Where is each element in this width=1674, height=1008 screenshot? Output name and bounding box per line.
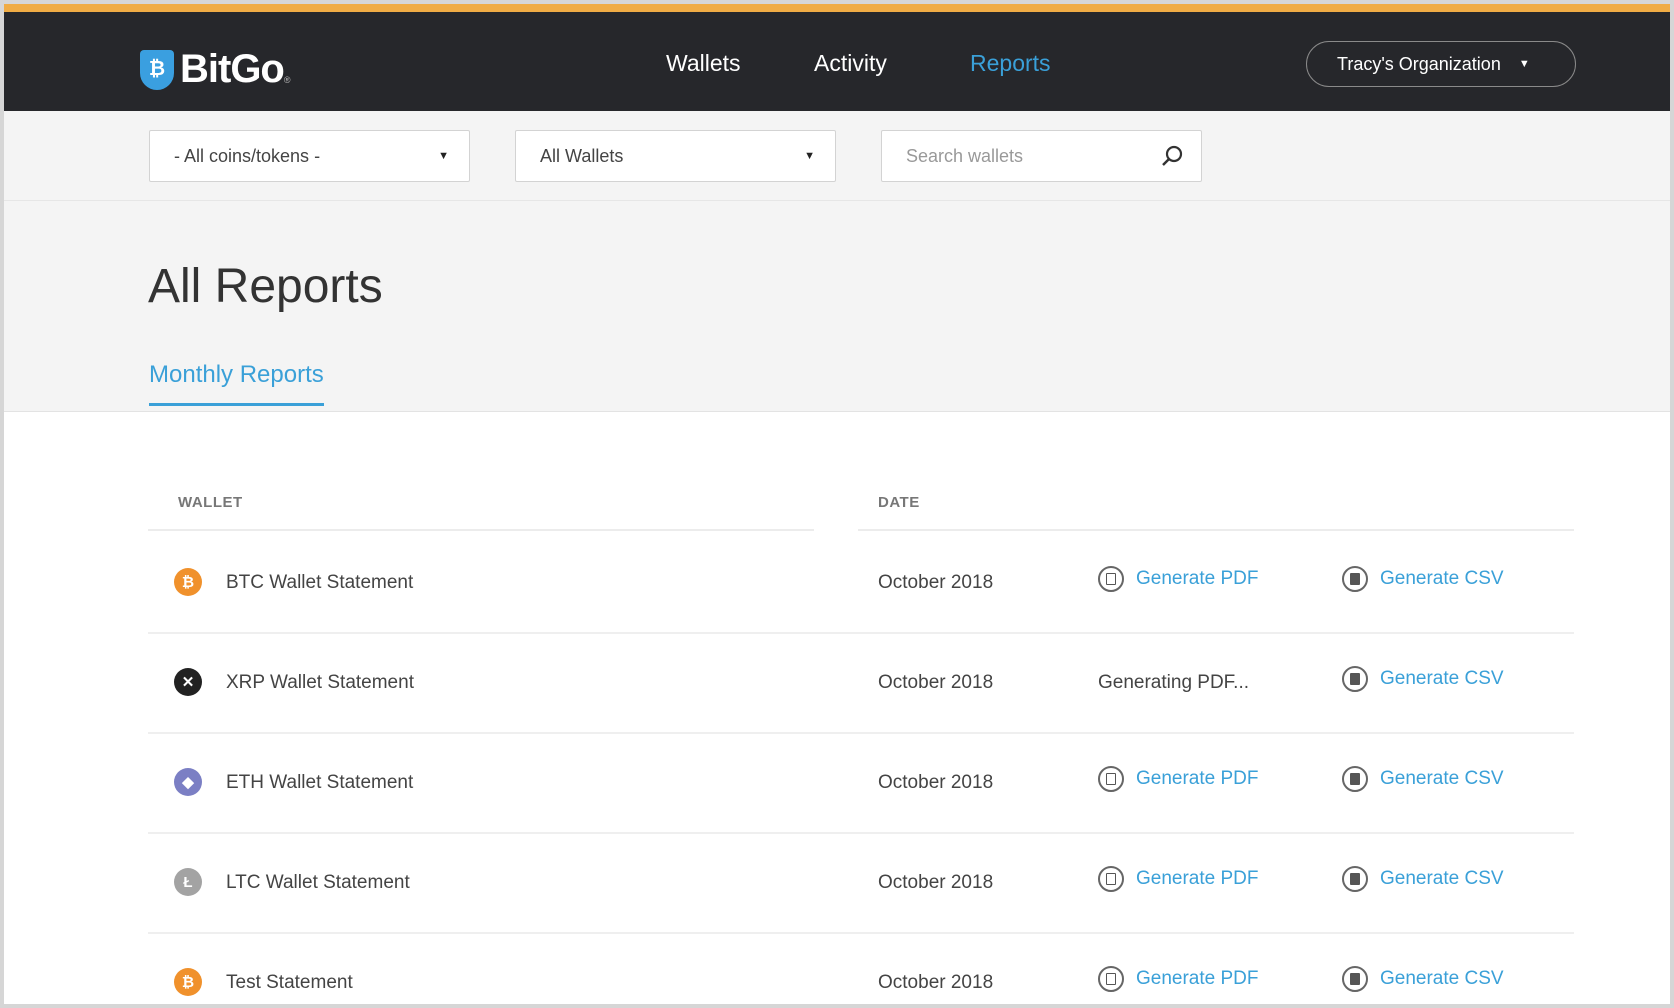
statement-date: October 2018 [878,772,994,793]
caret-down-icon: ▼ [1518,58,1530,70]
generate-csv-button[interactable]: Generate CSV [1342,766,1504,792]
wallet-filter-value: All Wallets [540,145,624,166]
row-divider [148,632,1574,634]
csv-file-icon [1342,866,1368,892]
table-row: ₿ Test Statement October 2018 Generate P… [4,932,1670,1004]
btc-coin-icon: ₿ [174,968,202,996]
generate-pdf-button[interactable]: Generate PDF [1098,566,1259,592]
top-accent-stripe [4,4,1670,12]
ltc-coin-icon: Ł [174,868,202,896]
wallet-statement-name: BTC Wallet Statement [226,572,414,593]
table-row: ◆ ETH Wallet Statement October 2018 Gene… [4,732,1670,832]
generate-csv-button[interactable]: Generate CSV [1342,966,1504,992]
nav-reports[interactable]: Reports [970,50,1051,77]
search-placeholder: Search wallets [906,145,1024,166]
header-divider [148,529,814,531]
statement-date: October 2018 [878,972,994,993]
generate-pdf-button[interactable]: Generate PDF [1098,766,1259,792]
pdf-file-icon [1098,766,1124,792]
generate-csv-label: Generate CSV [1380,568,1504,589]
generate-csv-button[interactable]: Generate CSV [1342,666,1504,692]
brand-name: BitGo [180,47,285,91]
coin-filter-value: - All coins/tokens - [174,145,321,166]
table-row: ₿ BTC Wallet Statement October 2018 Gene… [4,532,1670,632]
generate-pdf-label: Generate PDF [1136,768,1259,789]
column-header-date: DATE [878,494,920,511]
generate-pdf-label: Generate PDF [1136,568,1259,589]
tab-monthly-reports[interactable]: Monthly Reports [149,361,324,406]
page-title: All Reports [148,260,383,313]
pdf-file-icon [1098,966,1124,992]
row-divider [148,932,1574,934]
wallet-filter-select[interactable]: All Wallets ▼ [515,130,836,182]
row-divider [148,732,1574,734]
generate-csv-label: Generate CSV [1380,968,1504,989]
search-icon[interactable] [1159,143,1185,169]
generate-pdf-label: Generate PDF [1136,868,1259,889]
csv-file-icon [1342,966,1368,992]
csv-file-icon [1342,666,1368,692]
wallet-statement-name: Test Statement [226,972,353,993]
generating-pdf-status: Generating PDF... [1098,672,1250,693]
generate-pdf-label: Generate PDF [1136,968,1259,989]
csv-file-icon [1342,566,1368,592]
xrp-coin-icon: ✕ [174,668,202,696]
generate-pdf-button[interactable]: Generate PDF [1098,966,1259,992]
caret-down-icon: ▼ [438,150,449,162]
generate-csv-button[interactable]: Generate CSV [1342,566,1504,592]
app-window: ₿ BitGo ® Wallets Activity Reports Tracy… [4,4,1670,1004]
btc-coin-icon: ₿ [174,568,202,596]
table-row: Ł LTC Wallet Statement October 2018 Gene… [4,832,1670,932]
wallet-statement-name: ETH Wallet Statement [226,772,414,793]
nav-wallets[interactable]: Wallets [666,50,741,77]
table-row: ✕ XRP Wallet Statement October 2018 Gene… [4,632,1670,732]
wallet-statement-name: LTC Wallet Statement [226,872,410,893]
statement-date: October 2018 [878,672,994,693]
top-nav-bar: ₿ BitGo ® Wallets Activity Reports Tracy… [4,12,1670,111]
eth-coin-icon: ◆ [174,768,202,796]
header-divider [858,529,1574,531]
generate-pdf-button[interactable]: Generate PDF [1098,866,1259,892]
generate-csv-label: Generate CSV [1380,668,1504,689]
generate-csv-label: Generate CSV [1380,768,1504,789]
registered-mark: ® [283,74,291,85]
row-divider [148,832,1574,834]
pdf-file-icon [1098,866,1124,892]
organization-dropdown[interactable]: Tracy's Organization ▼ [1306,41,1576,87]
search-wallets-input[interactable]: Search wallets [881,130,1202,182]
generate-csv-button[interactable]: Generate CSV [1342,866,1504,892]
statement-date: October 2018 [878,872,994,893]
page-header: All Reports Monthly Reports [4,201,1670,412]
generate-csv-label: Generate CSV [1380,868,1504,889]
filter-bar: - All coins/tokens - ▼ All Wallets ▼ Sea… [4,111,1670,201]
pdf-file-icon [1098,566,1124,592]
column-header-wallet: WALLET [178,494,243,511]
wallet-statement-name: XRP Wallet Statement [226,672,414,693]
bitgo-logo[interactable]: ₿ BitGo ® [140,47,291,92]
shield-bitcoin-icon: ₿ [140,49,174,90]
coin-filter-select[interactable]: - All coins/tokens - ▼ [149,130,470,182]
organization-name: Tracy's Organization [1337,53,1501,74]
statement-date: October 2018 [878,572,994,593]
nav-activity[interactable]: Activity [814,50,887,77]
caret-down-icon: ▼ [804,150,815,162]
csv-file-icon [1342,766,1368,792]
